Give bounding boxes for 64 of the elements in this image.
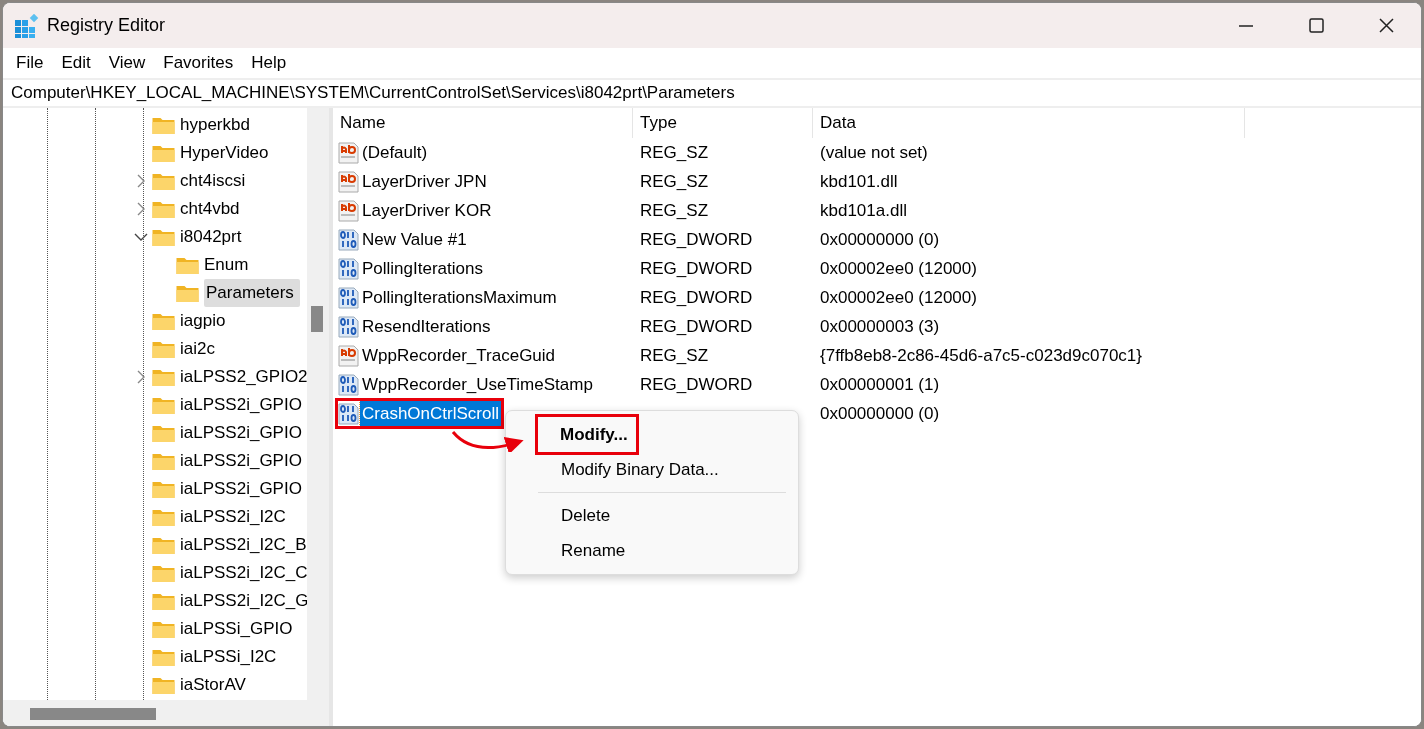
tree-item[interactable]: iagpio — [180, 307, 229, 335]
menu-item[interactable]: Delete — [506, 498, 798, 533]
value-data: kbd101.dll — [819, 171, 898, 191]
value-data: 0x00000000 (0) — [819, 403, 940, 423]
tree-item[interactable]: Parameters — [204, 279, 300, 307]
address-bar[interactable]: Computer\HKEY_LOCAL_MACHINE\SYSTEM\CurrentControlSet\Services\i8042prt\Parameters — [3, 78, 1421, 108]
value-data: 0x00002ee0 (12000) — [819, 258, 977, 278]
menu-item[interactable]: View — [99, 48, 155, 78]
menu-item[interactable]: Modify... — [538, 417, 636, 452]
value-type: REG_SZ — [639, 200, 709, 220]
tree-item[interactable]: iaLPSS2i_GPIO — [180, 447, 305, 475]
column-header[interactable]: Type — [633, 108, 813, 138]
tree-item[interactable]: i8042prt — [180, 223, 245, 251]
value-type: REG_SZ — [639, 142, 709, 162]
value-type: REG_DWORD — [639, 316, 753, 336]
value-type: REG_DWORD — [639, 374, 753, 394]
tree-item[interactable]: iai2c — [180, 335, 218, 363]
value-type: REG_SZ — [639, 345, 709, 365]
tree-item[interactable]: hyperkbd — [180, 111, 253, 139]
value-data: {7ffb8eb8-2c86-45d6-a7c5-c023d9c070c1} — [819, 345, 1142, 365]
tree-item[interactable]: iaLPSSi_I2C — [180, 643, 280, 671]
value-type: REG_DWORD — [639, 229, 753, 249]
value-name[interactable]: CrashOnCtrlScroll — [360, 400, 501, 427]
value-name[interactable]: WppRecorder_UseTimeStamp — [360, 371, 595, 398]
menu-item[interactable]: Edit — [52, 48, 100, 78]
tree-item[interactable]: iaLPSS2i_I2C_C — [180, 559, 307, 587]
column-header[interactable]: Data — [813, 108, 1245, 138]
value-data: kbd101a.dll — [819, 200, 907, 220]
tree-item[interactable]: Enum — [204, 251, 252, 279]
value-name[interactable]: PollingIterationsMaximum — [360, 284, 559, 311]
value-data: 0x00002ee0 (12000) — [819, 287, 977, 307]
tree-item[interactable]: iaLPSS2_GPIO2 — [180, 363, 307, 391]
tree-item[interactable]: iaLPSSi_GPIO — [180, 615, 296, 643]
tree-item[interactable]: cht4iscsi — [180, 167, 249, 195]
value-type: REG_SZ — [639, 171, 709, 191]
value-name[interactable]: ResendIterations — [360, 313, 493, 340]
value-type: REG_DWORD — [639, 258, 753, 278]
value-name[interactable]: WppRecorder_TraceGuid — [360, 342, 558, 369]
tree-item[interactable]: iaLPSS2i_GPIO — [180, 419, 305, 447]
menu-item[interactable]: File — [7, 48, 53, 78]
menu-item[interactable]: Help — [242, 48, 296, 78]
tree-item[interactable]: iaLPSS2i_GPIO — [180, 475, 305, 503]
column-header[interactable]: Name — [333, 108, 633, 138]
value-name[interactable]: LayerDriver KOR — [360, 197, 494, 224]
menu-item[interactable]: Modify Binary Data... — [506, 452, 798, 487]
menu-item[interactable]: Favorites — [154, 48, 243, 78]
value-name[interactable]: (Default) — [360, 139, 430, 166]
value-data: (value not set) — [819, 142, 928, 162]
value-data: 0x00000000 (0) — [819, 229, 940, 249]
value-data: 0x00000003 (3) — [819, 316, 940, 336]
window-title: Registry Editor — [47, 14, 166, 37]
value-name[interactable]: LayerDriver JPN — [360, 168, 489, 195]
value-name[interactable]: PollingIterations — [360, 255, 485, 282]
tree-item[interactable]: iaLPSS2i_I2C_B — [180, 531, 307, 559]
tree-item[interactable]: iaLPSS2i_I2C — [180, 503, 289, 531]
menu-item[interactable]: Rename — [506, 533, 798, 568]
tree-item[interactable]: iaLPSS2i_GPIO — [180, 391, 305, 419]
tree-item[interactable]: iaStorAV — [180, 671, 249, 699]
tree-item[interactable]: iaLPSS2i_I2C_G — [180, 587, 307, 615]
value-name[interactable]: New Value #1 — [360, 226, 469, 253]
value-data: 0x00000001 (1) — [819, 374, 940, 394]
tree-item[interactable]: cht4vbd — [180, 195, 243, 223]
value-type: REG_DWORD — [639, 287, 753, 307]
tree-item[interactable]: HyperVideo — [180, 139, 272, 167]
